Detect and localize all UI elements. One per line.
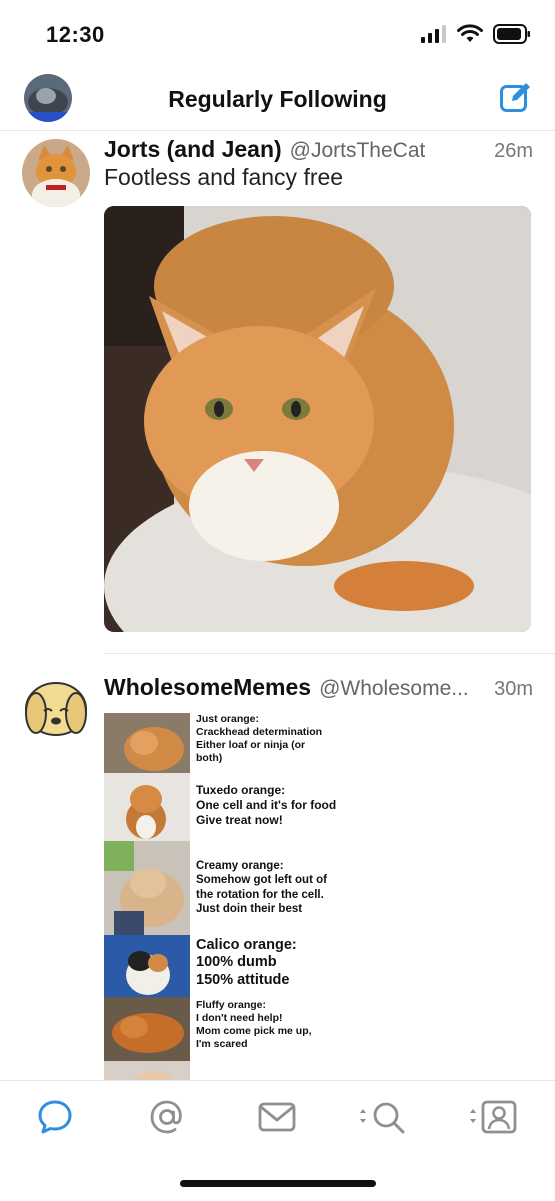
tab-mentions[interactable]: [142, 1095, 192, 1139]
avatar[interactable]: [22, 139, 90, 207]
meme-caption-line: Just doin their best: [196, 903, 303, 916]
author-handle[interactable]: @JortsTheCat: [290, 139, 426, 163]
meme-row: Tuxedo orange: One cell and it's for foo…: [104, 773, 344, 841]
meme-row: Fluffy orange: I don't need help! Mom co…: [104, 997, 344, 1061]
meme-caption-line: 150% attitude: [196, 971, 290, 988]
tweet-meme-image[interactable]: Just orange: Crackhead determination Eit…: [104, 713, 348, 1080]
meme-caption-line: Crackhead determination: [196, 726, 323, 739]
meme-caption-line: One cell and it's for food: [196, 798, 337, 812]
meme-caption-line: Mom come pick me up,: [196, 1025, 312, 1038]
tweet-time: 26m: [494, 140, 533, 162]
author-name[interactable]: WholesomeMemes: [104, 674, 311, 701]
author-name[interactable]: Jorts (and Jean): [104, 136, 282, 163]
meme-row: Calico orange: 100% dumb 150% attitude: [104, 935, 344, 997]
meme-row: Just orange: Crackhead determination Eit…: [104, 713, 344, 773]
wifi-icon: [457, 24, 483, 42]
author-handle[interactable]: @Wholesome...: [319, 677, 469, 701]
meme-caption-line: 100% dumb: [196, 954, 277, 971]
status-time: 12:30: [46, 22, 105, 47]
speech-bubble-icon: [38, 1100, 72, 1134]
tab-search[interactable]: [356, 1095, 412, 1139]
meme-caption-line: both): [196, 752, 223, 765]
meme-caption-line: Creamy orange:: [196, 860, 284, 872]
cat-photo: [104, 773, 190, 841]
meme-caption-line: I don't need help!: [196, 1012, 283, 1025]
tweet-time: 30m: [494, 678, 533, 700]
meme-caption-line: I'm scared: [196, 1038, 248, 1051]
tweet[interactable]: WholesomeMemes @Wholesome... 30m Just or…: [0, 665, 555, 1080]
home-indicator[interactable]: [180, 1180, 376, 1187]
divider: [104, 653, 555, 654]
tweet-text: Footless and fancy free: [104, 164, 344, 190]
nav-bar: Regularly Following: [0, 70, 555, 131]
cellular-signal-icon: [421, 25, 446, 43]
cat-photo: [104, 1061, 190, 1080]
tab-messages[interactable]: [252, 1095, 302, 1139]
meme-caption-line: the rotation for the cell.: [196, 888, 324, 901]
meme-caption-line: Just orange:: [196, 713, 260, 725]
avatar[interactable]: [22, 675, 90, 743]
cat-photo: [104, 713, 190, 773]
search-icon: [360, 1102, 405, 1134]
meme-caption-line: Calico orange:: [196, 937, 297, 953]
tweet[interactable]: Jorts (and Jean) @JortsTheCat 26m Footle…: [0, 130, 555, 655]
meme-caption-line: Fluffy orange:: [196, 999, 266, 1011]
meme-caption-line: Give treat now!: [196, 813, 283, 827]
tab-timeline[interactable]: [30, 1095, 80, 1139]
at-sign-icon: [150, 1100, 182, 1134]
meme-row: Creamy orange: Somehow got left out of t…: [104, 841, 344, 935]
status-bar: 12:30: [0, 0, 555, 70]
profile-icon: [470, 1100, 517, 1134]
page-title: Regularly Following: [168, 86, 387, 112]
cat-photo: [104, 935, 190, 997]
meme-caption-line: Tuxedo orange:: [196, 783, 286, 797]
meme-caption-line: Somehow got left out of: [196, 874, 327, 887]
envelope-icon: [258, 1102, 296, 1132]
battery-icon: [493, 24, 530, 44]
meme-caption-line: Either loaf or ninja (or: [196, 739, 306, 752]
cat-photo: [104, 841, 190, 935]
compose-icon[interactable]: [499, 80, 533, 114]
tab-profile[interactable]: [466, 1095, 522, 1139]
cat-photo: [104, 997, 190, 1061]
tweet-photo[interactable]: [104, 206, 531, 632]
